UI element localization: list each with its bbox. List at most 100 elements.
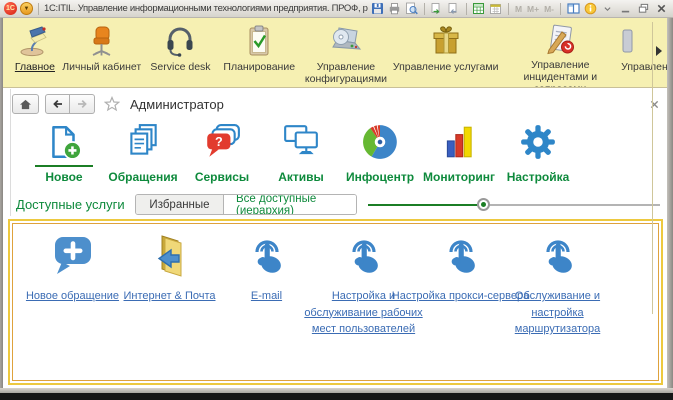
service-item-workstation-setup[interactable]: Настройка и обслуживание рабочих мест по…: [315, 231, 412, 338]
service-item-internet-mail[interactable]: Интернет & Почта: [121, 231, 218, 338]
question-bubbles-icon: ?: [203, 119, 241, 161]
main-area: Администратор Новое Обращения ? Сервисы: [3, 89, 667, 388]
print-icon[interactable]: [388, 2, 402, 16]
tab-underline: [114, 165, 172, 167]
bar-chart-icon: [440, 119, 478, 161]
service-link[interactable]: E-mail: [237, 288, 297, 305]
ribbon-item-label: Управление услугами: [393, 61, 499, 73]
tab-requests[interactable]: Обращения: [110, 119, 176, 191]
ribbon-item-label: Главное: [15, 61, 55, 73]
zoom-slider[interactable]: [368, 203, 660, 207]
divider: [38, 3, 39, 15]
close-window-button[interactable]: [654, 2, 669, 16]
clipboard-check-icon: [242, 23, 276, 59]
main-menu-button[interactable]: ▼: [20, 2, 33, 15]
pie-chart-icon: [361, 119, 399, 161]
tab-monitoring[interactable]: Мониторинг: [426, 119, 492, 191]
memory-m-minus-button[interactable]: M-: [543, 4, 555, 14]
home-button[interactable]: [12, 94, 39, 114]
save-icon[interactable]: [371, 2, 385, 16]
filter-row: Доступные услуги Избранные Все доступные…: [3, 191, 667, 219]
tab-label: Сервисы: [195, 170, 249, 184]
1c-logo-icon: 1С: [4, 2, 17, 15]
ribbon-item-label: Управление конфигурациями: [300, 61, 392, 85]
available-services-label: Доступные услуги: [16, 197, 125, 212]
service-link[interactable]: Обслуживание и настройка маршрутизатора: [501, 288, 615, 338]
ribbon-item-personal-cabinet[interactable]: Личный кабинет: [61, 22, 143, 87]
tab-settings[interactable]: Настройка: [505, 119, 571, 191]
ribbon-item-planning[interactable]: Планирование: [218, 22, 300, 87]
tab-label: Инфоцентр: [346, 170, 414, 184]
ribbon-item-main[interactable]: Главное: [9, 22, 61, 87]
back-button[interactable]: [45, 94, 70, 114]
calendar-icon[interactable]: [489, 2, 503, 16]
ribbon-item-incident-management[interactable]: Управление инцидентами и запросами: [500, 22, 622, 87]
ribbon-item-label: Личный кабинет: [62, 61, 141, 73]
page-title: Администратор: [130, 97, 224, 112]
tap-hand-icon: [341, 231, 387, 281]
file-send-icon[interactable]: [430, 2, 444, 16]
tap-hand-icon: [535, 231, 581, 281]
office-chair-icon: [85, 23, 119, 59]
slider-track-rest[interactable]: [483, 204, 660, 206]
tab-underline: [509, 165, 567, 167]
tab-underline: [351, 165, 409, 167]
ribbon-item-service-desk[interactable]: Service desk: [143, 22, 219, 87]
restore-button[interactable]: [636, 2, 651, 16]
tab-infocenter[interactable]: Инфоцентр: [347, 119, 413, 191]
tab-services[interactable]: ? Сервисы: [189, 119, 255, 191]
active-tab-underline: [35, 165, 93, 167]
tab-label: Новое: [45, 170, 82, 184]
tab-label: Активы: [278, 170, 324, 184]
window-border-left: [0, 18, 3, 393]
ribbon-item-label: Управление инцидентами и запросами: [500, 59, 622, 88]
ribbon-item-service-management[interactable]: Управление услугами: [392, 22, 500, 87]
tab-underline: [430, 165, 488, 167]
gift-box-icon: [429, 23, 463, 59]
service-link[interactable]: Новое обращение: [22, 288, 124, 305]
favorites-toggle-button[interactable]: Избранные: [136, 195, 224, 214]
divider: [508, 3, 509, 15]
service-item-email[interactable]: E-mail: [218, 231, 315, 338]
ribbon-scroll-right-arrow[interactable]: [655, 44, 665, 58]
speech-bubble-plus-icon: [50, 231, 96, 281]
service-item-proxy-setup[interactable]: Настройка прокси-сервера: [412, 231, 509, 338]
service-item-router-maintenance[interactable]: Обслуживание и настройка маршрутизатора: [509, 231, 606, 338]
slider-track-filled[interactable]: [368, 204, 483, 206]
document-plus-icon: [45, 119, 83, 161]
truncated-icon: [621, 23, 655, 59]
window-border-right[interactable]: [667, 18, 673, 393]
file-receive-icon[interactable]: [447, 2, 461, 16]
folder-arrow-icon: [147, 231, 193, 281]
favorite-star-icon[interactable]: [104, 96, 120, 117]
tab-new[interactable]: Новое: [31, 119, 97, 191]
all-available-toggle-button[interactable]: Все доступные (иерархия): [224, 195, 356, 214]
svg-text:?: ?: [215, 135, 223, 149]
history-buttons: [45, 94, 95, 114]
service-link[interactable]: Интернет & Почта: [117, 288, 223, 305]
title-bar: 1С ▼ 1С:ITIL. Управление информационными…: [0, 0, 673, 18]
tab-assets[interactable]: Активы: [268, 119, 334, 191]
forward-button[interactable]: [70, 94, 95, 114]
tab-underline: [272, 165, 330, 167]
memory-m-plus-button[interactable]: M+: [526, 4, 540, 14]
minimize-button[interactable]: [618, 2, 633, 16]
memory-m-button[interactable]: M: [514, 4, 523, 14]
print-preview-icon[interactable]: [405, 2, 419, 16]
ribbon-item-label: Service desk: [150, 61, 210, 73]
ribbon-item-configuration-management[interactable]: Управление конфигурациями: [300, 22, 392, 87]
split-window-icon[interactable]: [566, 2, 580, 16]
gear-icon: [519, 119, 557, 161]
service-item-new-request[interactable]: Новое обращение: [24, 231, 121, 338]
headset-icon: [163, 23, 197, 59]
monitors-icon: [282, 119, 320, 161]
app-window: 1С ▼ 1С:ITIL. Управление информационными…: [0, 0, 673, 400]
calculator-icon[interactable]: [472, 2, 486, 16]
info-icon[interactable]: [583, 2, 597, 16]
incident-document-icon: [543, 23, 577, 57]
ribbon-sections: Главное Личный кабинет Service desk План…: [3, 18, 667, 88]
tab-label: Обращения: [108, 170, 177, 184]
slider-thumb[interactable]: [477, 198, 490, 211]
info-dropdown-icon[interactable]: [600, 2, 615, 16]
ribbon-item-label: Управлени: [621, 61, 667, 73]
